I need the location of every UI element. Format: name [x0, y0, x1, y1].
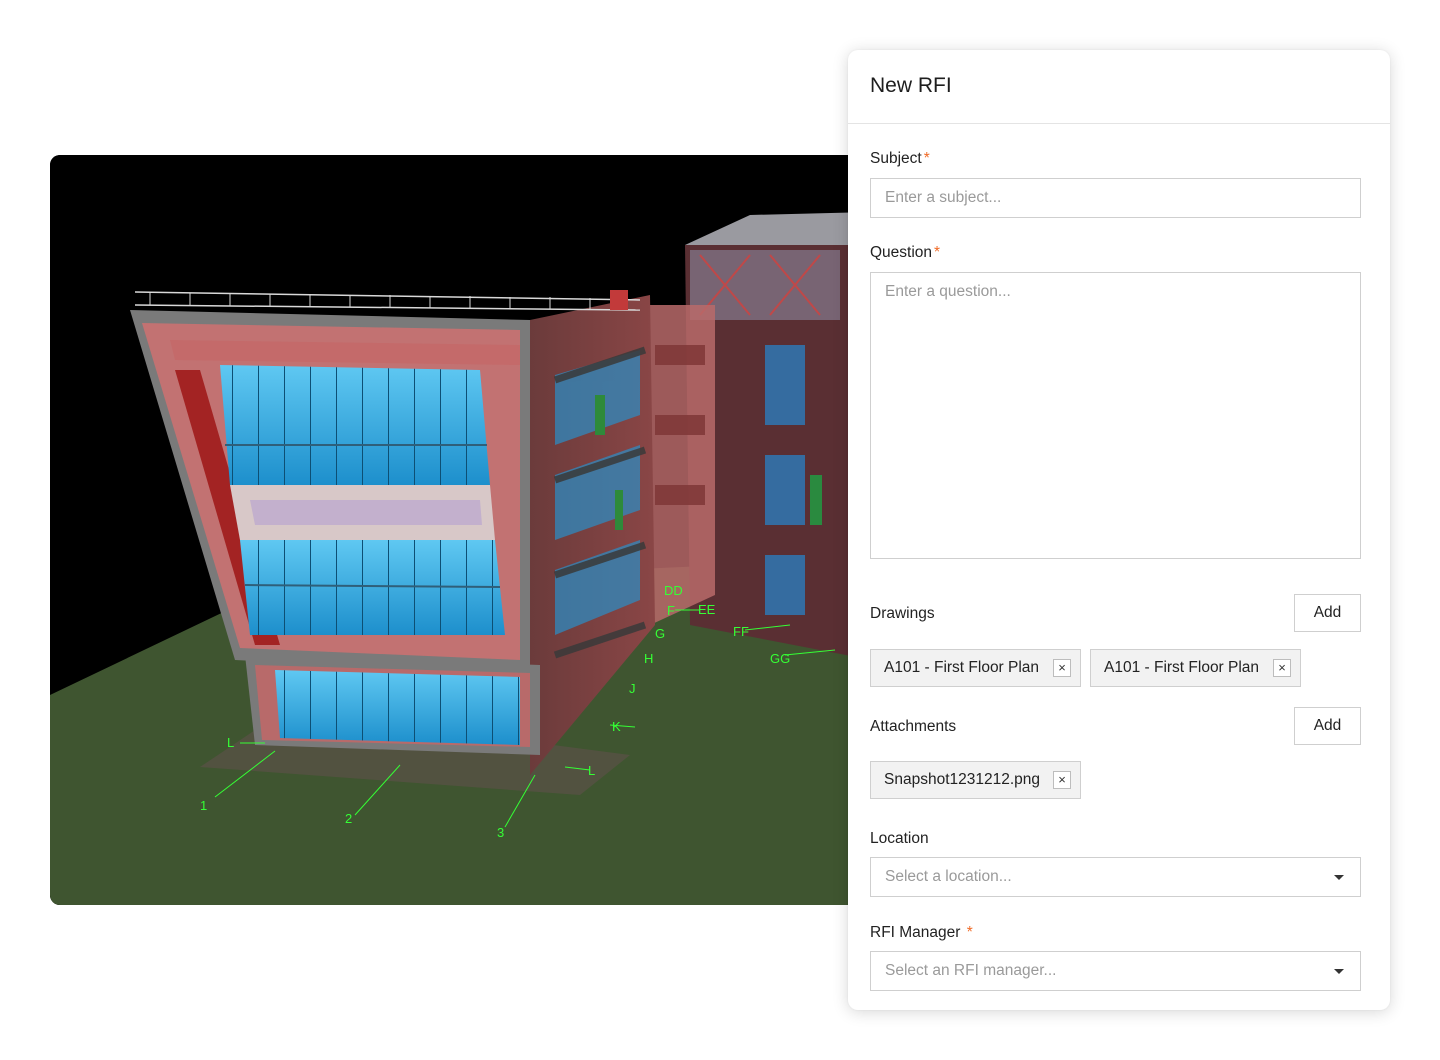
grid-label-j: J [629, 681, 636, 696]
location-placeholder: Select a location... [885, 868, 1012, 885]
grid-label-k: K [612, 719, 621, 734]
model-viewer[interactable]: 1 2 3 L L DD F G H J K EE FF GG [50, 155, 950, 905]
rfi-manager-label-text: RFI Manager [870, 924, 961, 941]
grid-label-gg: GG [770, 651, 790, 666]
question-textarea[interactable]: Enter a question... [870, 272, 1361, 559]
required-mark: * [934, 244, 941, 261]
drawings-label: Drawings [870, 605, 935, 622]
subject-placeholder: Enter a subject... [885, 189, 1002, 206]
required-mark: * [923, 150, 930, 167]
grid-label-g: G [655, 626, 665, 641]
new-rfi-panel: New RFI Subject * Enter a subject... Ques… [848, 50, 1390, 1010]
location-select[interactable]: Select a location... [870, 857, 1361, 897]
drawing-chip: A101 - First Floor Plan × [1090, 649, 1301, 687]
drawing-chip-label: A101 - First Floor Plan [1104, 659, 1260, 676]
subject-label: Subject * [870, 150, 930, 168]
grid-label-ff: FF [733, 624, 749, 639]
building-model-render[interactable]: 1 2 3 L L DD F G H J K EE FF GG [50, 155, 950, 905]
rfi-manager-select[interactable]: Select an RFI manager... [870, 951, 1361, 991]
question-label: Question * [870, 244, 940, 262]
remove-drawing-icon[interactable]: × [1053, 659, 1071, 677]
add-drawing-button[interactable]: Add [1294, 594, 1361, 632]
grid-label-h: H [644, 651, 653, 666]
grid-label-3: 3 [497, 825, 504, 840]
question-placeholder: Enter a question... [885, 283, 1011, 300]
grid-label-f: F [667, 603, 675, 618]
subject-input[interactable]: Enter a subject... [870, 178, 1361, 218]
remove-attachment-icon[interactable]: × [1053, 771, 1071, 789]
grid-label-ee: EE [698, 602, 716, 617]
panel-header: New RFI [848, 50, 1390, 124]
remove-drawing-icon[interactable]: × [1273, 659, 1291, 677]
question-label-text: Question [870, 244, 933, 261]
required-mark: * [966, 924, 973, 941]
add-attachment-button[interactable]: Add [1294, 707, 1361, 745]
grid-label-dd: DD [664, 583, 683, 598]
drawing-chip-label: A101 - First Floor Plan [884, 659, 1040, 676]
panel-title: New RFI [870, 74, 952, 97]
grid-label-1: 1 [200, 798, 207, 813]
chevron-down-icon [1334, 875, 1344, 880]
attachments-label: Attachments [870, 718, 957, 735]
location-label: Location [870, 830, 929, 847]
attachment-chip-label: Snapshot1231212.png [884, 771, 1041, 788]
attachment-chip: Snapshot1231212.png × [870, 761, 1081, 799]
drawing-chip: A101 - First Floor Plan × [870, 649, 1081, 687]
grid-label-l-left: L [227, 735, 234, 750]
grid-label-2: 2 [345, 811, 352, 826]
chevron-down-icon [1334, 969, 1344, 974]
grid-label-l-right: L [588, 763, 595, 778]
rfi-manager-label: RFI Manager * [870, 924, 973, 942]
rfi-manager-placeholder: Select an RFI manager... [885, 962, 1057, 979]
subject-label-text: Subject [870, 150, 922, 167]
